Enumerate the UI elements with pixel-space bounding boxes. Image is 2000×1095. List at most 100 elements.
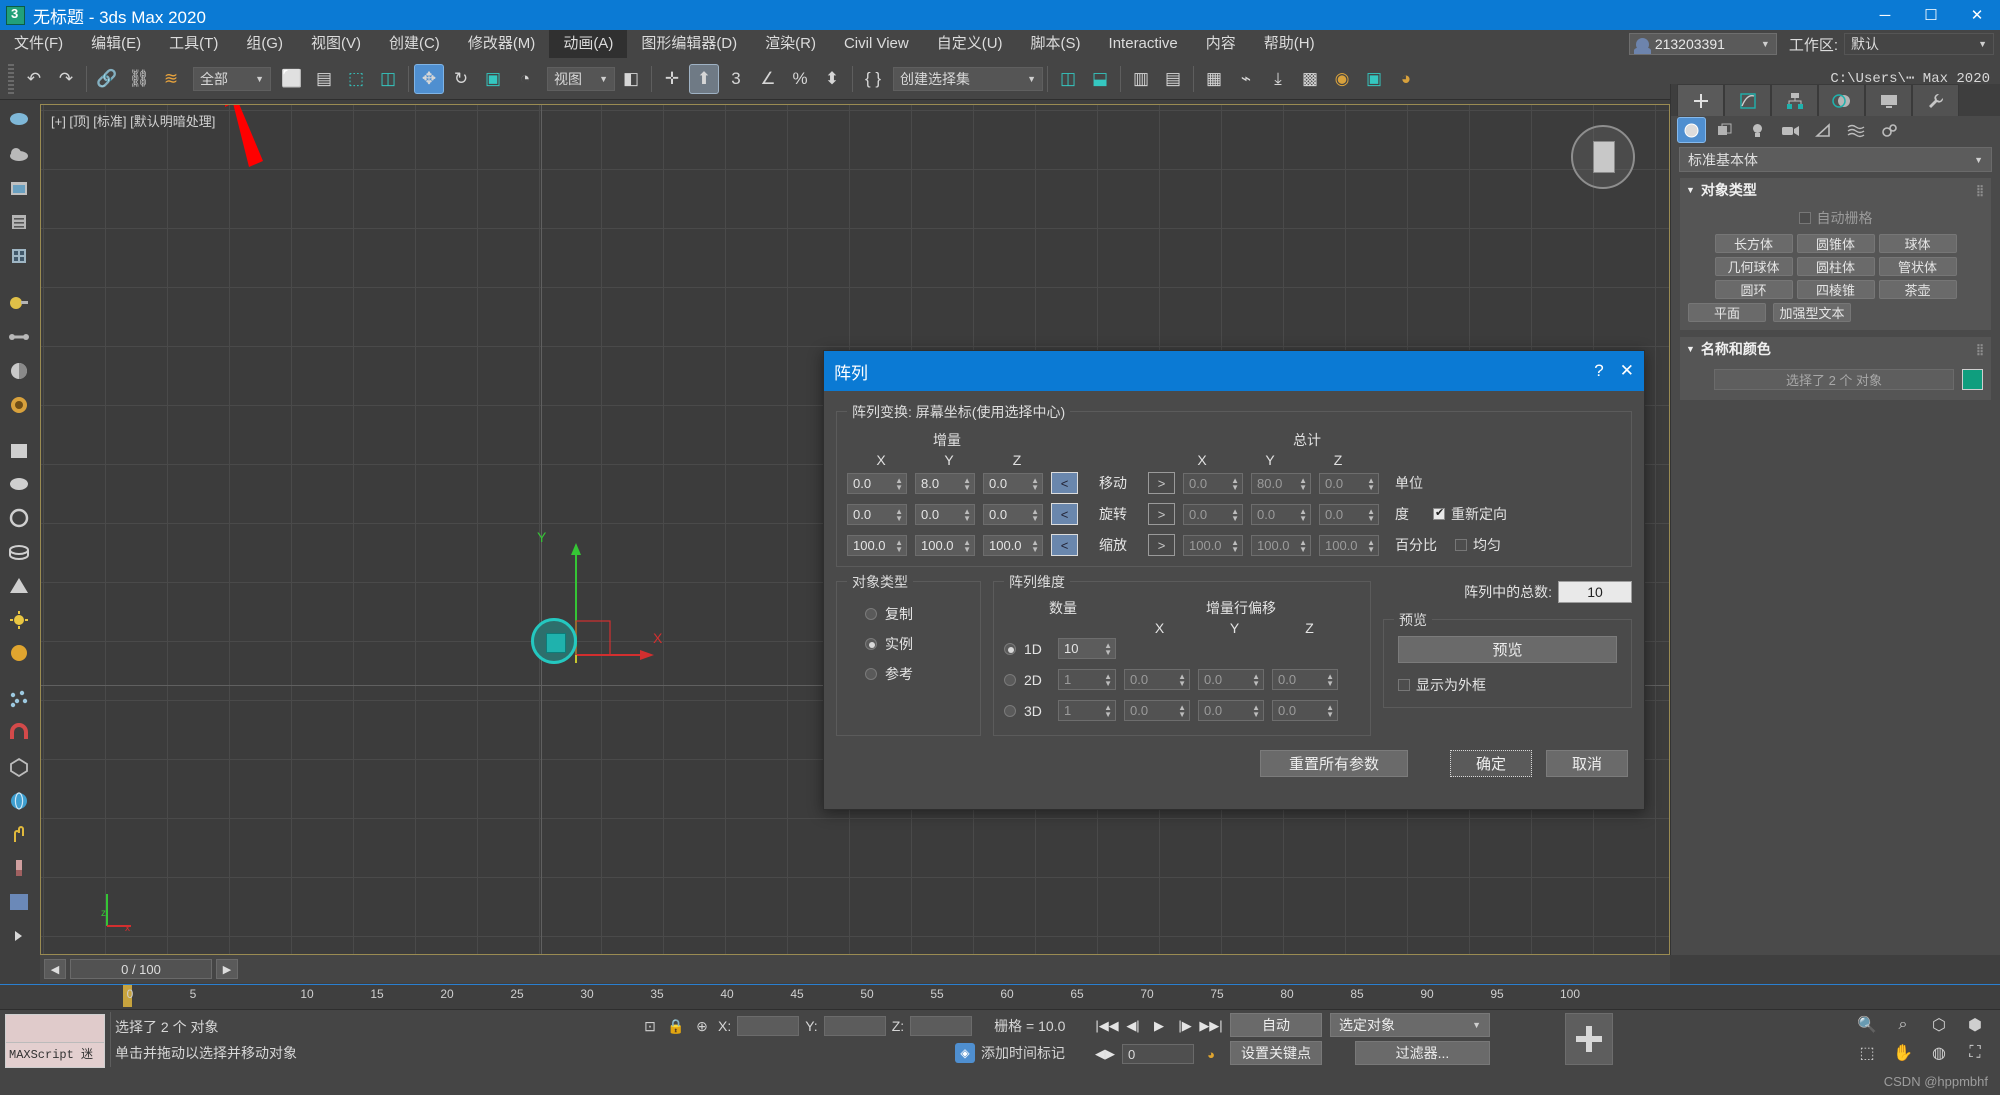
scale-direction-right-button[interactable]: > bbox=[1148, 534, 1175, 556]
rotate-inc-z[interactable]: 0.0 ▲ ▼ bbox=[983, 503, 1043, 525]
dim-2d-offset-x[interactable]: 0.0 ▲ ▼ bbox=[1124, 669, 1190, 690]
reference-coordinate-system-dropdown[interactable]: 视图 ▼ bbox=[547, 66, 615, 91]
dim-2d-offset-z[interactable]: 0.0 ▲ ▼ bbox=[1272, 669, 1338, 690]
coord-x-field[interactable] bbox=[737, 1016, 800, 1036]
open-file-icon[interactable] bbox=[4, 174, 34, 203]
maxscript-output-pane[interactable] bbox=[6, 1015, 104, 1043]
select-and-place-icon[interactable]: ◔ bbox=[510, 64, 540, 94]
create-cone-button[interactable]: 圆锥体 bbox=[1796, 234, 1875, 253]
menu-views[interactable]: 视图(V) bbox=[297, 30, 375, 58]
bone-icon[interactable] bbox=[4, 323, 34, 352]
sun-light-icon[interactable] bbox=[4, 605, 34, 634]
drag-handle-icon[interactable]: ⣿ bbox=[1976, 343, 1985, 356]
unlink-selection-icon[interactable]: ⛓ bbox=[124, 64, 154, 94]
current-frame-display[interactable]: 0 / 100 bbox=[70, 959, 212, 979]
selection-lock-region-icon[interactable]: ⊡ bbox=[640, 1016, 660, 1036]
previous-frame-button[interactable]: ◀ bbox=[44, 959, 66, 979]
menu-help[interactable]: 帮助(H) bbox=[1250, 30, 1329, 58]
create-torus-button[interactable]: 圆环 bbox=[1714, 280, 1793, 299]
percent-snap-icon[interactable]: % bbox=[785, 64, 815, 94]
menu-animation[interactable]: 动画(A) bbox=[549, 30, 628, 58]
cone-shape-icon[interactable] bbox=[4, 571, 34, 600]
view-cube[interactable] bbox=[1571, 125, 1635, 189]
named-selection-sets-dropdown[interactable]: 创建选择集 ▼ bbox=[893, 66, 1043, 91]
render-production-icon[interactable]: ◕ bbox=[1391, 64, 1421, 94]
create-cylinder-button[interactable]: 圆柱体 bbox=[1796, 257, 1875, 276]
move-tot-x[interactable]: 0.0 ▲ ▼ bbox=[1183, 472, 1243, 494]
brush-icon[interactable] bbox=[4, 854, 34, 883]
time-tag-row[interactable]: ◈ 添加时间标记 bbox=[955, 1043, 1065, 1063]
ribbon-icon[interactable] bbox=[4, 106, 34, 135]
rotate-direction-left-button[interactable]: < bbox=[1051, 503, 1078, 525]
close-icon[interactable]: ✕ bbox=[1620, 361, 1634, 381]
uniform-checkbox[interactable] bbox=[1455, 539, 1467, 551]
select-and-manipulate-icon[interactable]: ✛ bbox=[657, 64, 687, 94]
grid-list-icon[interactable] bbox=[4, 241, 34, 270]
move-direction-left-button[interactable]: < bbox=[1051, 472, 1078, 494]
expand-panel-arrow-icon[interactable] bbox=[4, 921, 34, 950]
show-as-box-checkbox[interactable] bbox=[1398, 679, 1410, 691]
circle-shape-icon[interactable] bbox=[4, 504, 34, 533]
move-inc-x[interactable]: 0.0 ▲ ▼ bbox=[847, 472, 907, 494]
lock-icon[interactable]: 🔒 bbox=[666, 1016, 686, 1036]
window-crossing-icon[interactable]: ◫ bbox=[373, 64, 403, 94]
selection-indicator[interactable] bbox=[4, 888, 34, 917]
scale-inc-z[interactable]: 100.0 ▲ ▼ bbox=[983, 534, 1043, 556]
time-tag-icon[interactable]: ◈ bbox=[955, 1043, 975, 1063]
ellipse-shape-icon[interactable] bbox=[4, 470, 34, 499]
cloud-icon[interactable] bbox=[4, 140, 34, 169]
create-box-button[interactable]: 长方体 bbox=[1714, 234, 1793, 253]
create-teapot-button[interactable]: 茶壶 bbox=[1878, 280, 1957, 299]
key-filter-dropdown[interactable]: 选定对象 ▼ bbox=[1330, 1013, 1490, 1037]
next-key-button[interactable]: |▶ bbox=[1173, 1014, 1197, 1038]
globe-icon[interactable] bbox=[4, 786, 34, 815]
reference-radio[interactable] bbox=[865, 668, 877, 680]
maximize-button[interactable]: ☐ bbox=[1908, 0, 1954, 30]
select-and-move-icon[interactable]: ✥ bbox=[414, 63, 444, 94]
menu-graph-editors[interactable]: 图形编辑器(D) bbox=[627, 30, 751, 58]
menu-interactive[interactable]: Interactive bbox=[1095, 30, 1192, 58]
spinner-snap-icon[interactable]: ⬍ bbox=[817, 64, 847, 94]
create-geosphere-button[interactable]: 几何球体 bbox=[1714, 257, 1793, 276]
dim-3d-count[interactable]: 1 ▲ ▼ bbox=[1058, 700, 1116, 721]
list-icon[interactable] bbox=[4, 207, 34, 236]
create-plane-button[interactable]: 平面 bbox=[1688, 303, 1766, 322]
previous-key-button[interactable]: ◀| bbox=[1121, 1014, 1145, 1038]
time-configuration-icon[interactable]: ◕ bbox=[1199, 1042, 1223, 1066]
project-folder-icon[interactable]: ⤓ bbox=[1263, 64, 1293, 94]
move-direction-right-button[interactable]: > bbox=[1148, 472, 1175, 494]
rotate-inc-x[interactable]: 0.0 ▲ ▼ bbox=[847, 503, 907, 525]
select-and-scale-icon[interactable]: ▣ bbox=[478, 64, 508, 94]
scale-tot-x[interactable]: 100.0 ▲ ▼ bbox=[1183, 534, 1243, 556]
play-button[interactable]: ▶ bbox=[1147, 1014, 1171, 1038]
shapes-icon[interactable] bbox=[1710, 117, 1739, 143]
dim-2d-count[interactable]: 1 ▲ ▼ bbox=[1058, 669, 1116, 690]
scale-inc-x[interactable]: 100.0 ▲ ▼ bbox=[847, 534, 907, 556]
user-account-dropdown[interactable]: 213203391 ▼ bbox=[1628, 33, 1777, 55]
menu-scripting[interactable]: 脚本(S) bbox=[1017, 30, 1095, 58]
tube-shape-icon[interactable] bbox=[4, 538, 34, 567]
set-keys-button[interactable] bbox=[1565, 1013, 1613, 1065]
motion-tab[interactable] bbox=[1818, 84, 1865, 116]
rollout-object-type-header[interactable]: ▼ 对象类型 ⣿ bbox=[1680, 178, 1991, 202]
move-inc-y[interactable]: 8.0 ▲ ▼ bbox=[915, 472, 975, 494]
move-inc-z[interactable]: 0.0 ▲ ▼ bbox=[983, 472, 1043, 494]
rotate-tot-y[interactable]: 0.0 ▲ ▼ bbox=[1251, 503, 1311, 525]
zoom-extents-all-icon[interactable]: ⬢ bbox=[1958, 1012, 1992, 1038]
menu-create[interactable]: 创建(C) bbox=[375, 30, 454, 58]
drag-handle-icon[interactable]: ⣿ bbox=[1976, 184, 1985, 197]
render-setup-icon[interactable]: ▩ bbox=[1295, 64, 1325, 94]
zoom-region-icon[interactable]: ⬚ bbox=[1850, 1040, 1884, 1066]
create-tube-button[interactable]: 管状体 bbox=[1878, 257, 1957, 276]
systems-icon[interactable] bbox=[1875, 117, 1904, 143]
rotate-inc-y[interactable]: 0.0 ▲ ▼ bbox=[915, 503, 975, 525]
material-editor-icon[interactable]: ◉ bbox=[1327, 64, 1357, 94]
uniform-row[interactable]: 均匀 bbox=[1455, 535, 1501, 555]
selection-filter-dropdown[interactable]: 全部 ▼ bbox=[193, 66, 271, 91]
schematic-view-icon[interactable]: ⌁ bbox=[1231, 64, 1261, 94]
menu-rendering[interactable]: 渲染(R) bbox=[751, 30, 830, 58]
show-as-box-row[interactable]: 显示为外框 bbox=[1398, 675, 1621, 695]
render-frame-window-icon[interactable]: ▣ bbox=[1359, 64, 1389, 94]
track-bar[interactable]: 0 5 10 15 20 25 30 35 40 45 50 55 60 65 … bbox=[0, 983, 2000, 1009]
workspace-dropdown[interactable]: 默认 ▼ bbox=[1844, 33, 1994, 55]
